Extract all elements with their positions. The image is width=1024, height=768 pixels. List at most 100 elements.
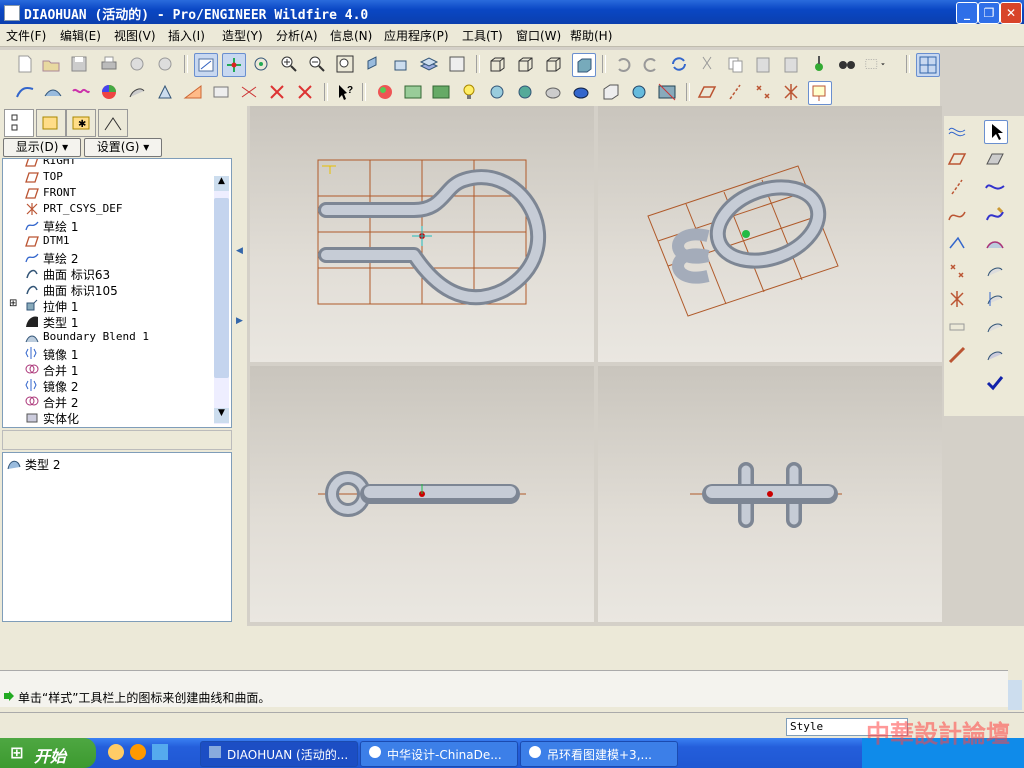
refit-icon[interactable] (334, 53, 356, 75)
internal-plane-icon[interactable] (984, 148, 1006, 170)
start-button[interactable]: ⊞ 开始 (0, 738, 96, 768)
menu-insert[interactable]: 插入(I) (168, 27, 205, 44)
draft-icon[interactable] (154, 81, 176, 103)
viewport-front[interactable] (250, 106, 594, 362)
deviation-icon[interactable] (238, 81, 260, 103)
viewport-iso[interactable] (598, 106, 942, 362)
render-window-icon[interactable] (570, 81, 592, 103)
menu-window[interactable]: 窗口(W) (516, 27, 561, 44)
show-button[interactable]: 显示(D) ▾ (3, 138, 81, 157)
menu-view[interactable]: 视图(V) (114, 27, 156, 44)
tab-connections[interactable] (98, 109, 128, 137)
menu-help[interactable]: 帮助(H) (570, 27, 612, 44)
style-curve-icon[interactable] (14, 81, 36, 103)
tree-item[interactable]: 镜像 2 (3, 377, 213, 394)
boundary-surface-icon[interactable] (984, 232, 1006, 254)
tree-item[interactable]: DTM1 (3, 233, 213, 249)
tree-item[interactable]: 类型 1 (3, 313, 213, 330)
close-button[interactable]: ✕ (1000, 2, 1022, 24)
messenger-icon[interactable] (108, 744, 124, 760)
connect-surface-icon[interactable] (984, 260, 1006, 282)
undo-icon[interactable] (612, 53, 634, 75)
open-icon[interactable] (40, 53, 62, 75)
annotation-on-icon[interactable] (808, 81, 832, 105)
model-player-icon[interactable] (808, 53, 830, 75)
analysis-icon[interactable] (946, 316, 968, 338)
tree-item[interactable]: FRONT (3, 185, 213, 201)
viewport-side[interactable] (598, 366, 942, 622)
viewport-top[interactable] (250, 366, 594, 622)
surface-edit-icon[interactable] (984, 316, 1006, 338)
paste-icon[interactable] (752, 53, 774, 75)
chain-icon[interactable] (946, 344, 968, 366)
repaint-icon[interactable] (194, 53, 218, 77)
csys-on-icon[interactable] (780, 81, 802, 103)
tree-item[interactable]: 草绘 1 (3, 217, 213, 234)
room-icon[interactable] (430, 81, 452, 103)
sketch-curve-icon[interactable] (946, 204, 968, 226)
view-manager-icon[interactable] (446, 53, 468, 75)
section-icon[interactable] (210, 81, 232, 103)
scene-icon[interactable] (402, 81, 424, 103)
datum-point-icon[interactable] (946, 260, 968, 282)
menu-file[interactable]: 文件(F) (6, 27, 46, 44)
zoom-in-icon[interactable] (278, 53, 300, 75)
tree-splitter[interactable] (2, 430, 232, 450)
context-help-icon[interactable]: ? (334, 81, 356, 103)
tree-item[interactable]: PRT_CSYS_DEF (3, 201, 213, 217)
save-icon[interactable] (68, 53, 90, 75)
spin-center-icon[interactable] (222, 53, 246, 77)
tree-item[interactable]: 草绘 2 (3, 249, 213, 266)
message-scrollbar[interactable] (1008, 680, 1022, 710)
effects-icon[interactable] (486, 81, 508, 103)
tree-item[interactable]: 曲面 标识105 (3, 281, 213, 298)
datum-axis-on-icon[interactable] (724, 81, 746, 103)
tab-favorites[interactable]: ✱ (66, 109, 96, 137)
scroll-thumb[interactable] (214, 198, 229, 378)
tree-item[interactable]: 合并 2 (3, 393, 213, 410)
regenerate-icon[interactable] (668, 53, 690, 75)
task-proe[interactable]: DIAOHUAN (活动的... (200, 741, 358, 767)
menu-edit[interactable]: 编辑(E) (60, 27, 101, 44)
delete-analysis-icon[interactable] (266, 81, 288, 103)
zoom-out-icon[interactable] (306, 53, 328, 75)
trim-surface-icon[interactable] (984, 288, 1006, 310)
tree-item[interactable]: 实体化 (3, 409, 213, 426)
tree-item[interactable]: ⊞ 拉伸 1 (3, 297, 213, 314)
slope-icon[interactable] (182, 81, 204, 103)
menu-tools[interactable]: 工具(T) (462, 27, 503, 44)
style-tree-item[interactable]: 类型 2 (25, 456, 60, 473)
tree-item[interactable]: Boundary Blend 1 (3, 329, 213, 345)
datum-plane-on-icon[interactable] (696, 81, 718, 103)
wireframe-icon[interactable] (486, 53, 508, 75)
email-icon[interactable] (126, 53, 148, 75)
tree-item[interactable]: TOP (3, 169, 213, 185)
tab-model-tree[interactable] (4, 109, 34, 137)
task-viewer[interactable]: 吊环看图建模+3,... (520, 741, 678, 767)
tree-item[interactable]: 曲面 标识63 (3, 265, 213, 282)
desktop-icon[interactable] (152, 744, 168, 760)
cut-icon[interactable] (696, 53, 718, 75)
minimize-button[interactable]: _ (956, 2, 978, 24)
redo-icon[interactable] (640, 53, 662, 75)
shading-icon[interactable] (572, 53, 596, 77)
done-icon[interactable] (984, 372, 1006, 394)
datum-plane-display-icon[interactable] (600, 81, 622, 103)
photo-icon[interactable] (656, 81, 678, 103)
restore-button[interactable]: ❐ (978, 2, 1000, 24)
select-icon[interactable] (984, 120, 1008, 144)
menu-analysis[interactable]: 分析(A) (276, 27, 318, 44)
tab-folder-browser[interactable] (36, 109, 66, 137)
tree-item[interactable]: RIGHT (3, 159, 213, 169)
datum-line-icon[interactable] (946, 232, 968, 254)
layers-icon[interactable] (418, 53, 440, 75)
menu-model[interactable]: 造型(Y) (222, 27, 263, 44)
tree-scrollbar[interactable]: ▲ ▼ (214, 176, 229, 424)
paste-special-icon[interactable] (780, 53, 802, 75)
view-grid-icon[interactable] (916, 53, 940, 77)
datum-axis-icon[interactable] (946, 176, 968, 198)
surface-analysis-icon[interactable] (42, 81, 64, 103)
curve-network-icon[interactable] (984, 344, 1006, 366)
new-icon[interactable] (14, 53, 36, 75)
orient-mode-icon[interactable] (250, 53, 272, 75)
